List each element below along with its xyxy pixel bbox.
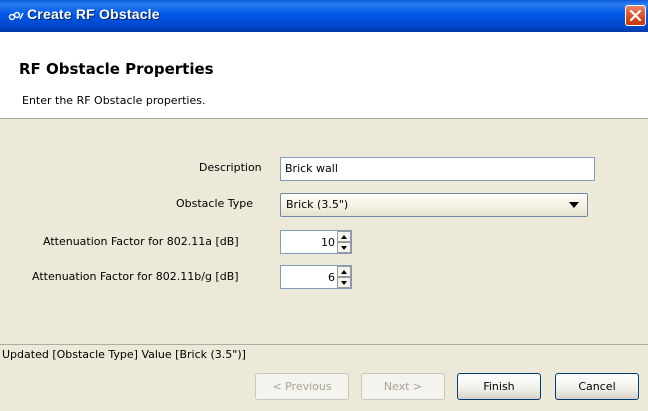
obstacle-type-label: Obstacle Type — [176, 197, 254, 210]
atten-bg-value: 6 — [328, 271, 335, 284]
app-logo-icon — [8, 9, 24, 23]
obstacle-type-select[interactable]: Brick (3.5") — [280, 193, 588, 217]
atten-a-increment-button[interactable] — [337, 231, 351, 242]
atten-bg-decrement-button[interactable] — [337, 277, 351, 288]
close-button[interactable] — [625, 5, 646, 26]
cancel-button[interactable]: Cancel — [555, 373, 639, 400]
page-title: RF Obstacle Properties — [19, 60, 214, 78]
atten-a-value: 10 — [321, 236, 335, 249]
header-panel: RF Obstacle Properties Enter the RF Obst… — [0, 32, 648, 119]
atten-a-decrement-button[interactable] — [337, 242, 351, 253]
page-description: Enter the RF Obstacle properties. — [22, 94, 206, 107]
atten-a-spinner[interactable]: 10 — [280, 230, 352, 254]
description-value: Brick wall — [285, 162, 338, 175]
next-button[interactable]: Next > — [361, 373, 445, 400]
atten-bg-spinner[interactable]: 6 — [280, 265, 352, 289]
title-bar[interactable]: Create RF Obstacle — [0, 0, 648, 32]
atten-bg-label: Attenuation Factor for 802.11b/g [dB] — [32, 270, 239, 283]
arrow-up-icon — [341, 235, 347, 239]
obstacle-type-value: Brick (3.5") — [286, 198, 349, 211]
description-field[interactable]: Brick wall — [280, 157, 595, 181]
arrow-up-icon — [341, 270, 347, 274]
window-title: Create RF Obstacle — [27, 6, 160, 22]
description-label: Description — [199, 161, 262, 174]
arrow-down-icon — [341, 281, 347, 285]
finish-button[interactable]: Finish — [457, 373, 541, 400]
arrow-down-icon — [341, 246, 347, 250]
atten-bg-increment-button[interactable] — [337, 266, 351, 277]
close-icon — [629, 9, 642, 22]
atten-a-label: Attenuation Factor for 802.11a [dB] — [43, 235, 239, 248]
previous-button[interactable]: < Previous — [255, 373, 349, 400]
status-divider — [0, 344, 648, 345]
chevron-down-icon[interactable] — [569, 202, 579, 208]
status-message: Updated [Obstacle Type] Value [Brick (3.… — [2, 348, 246, 361]
